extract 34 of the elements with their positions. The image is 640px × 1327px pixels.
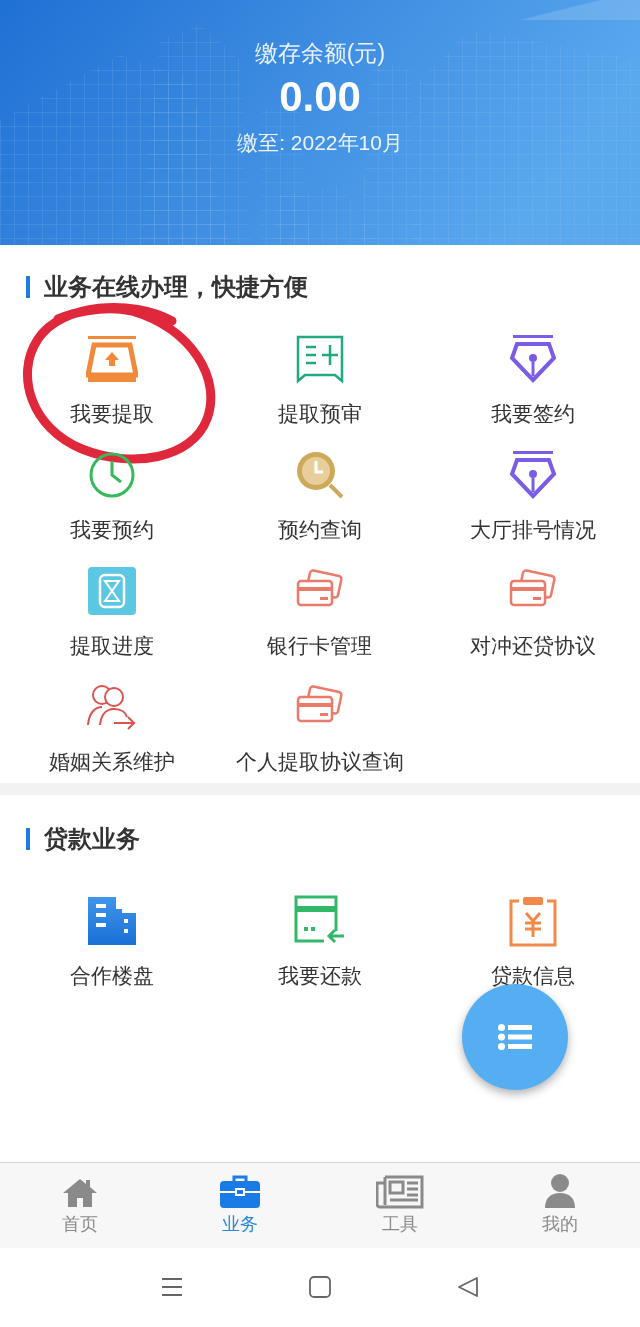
search-clock-icon xyxy=(294,449,346,501)
service-item[interactable]: 我要签约 xyxy=(426,327,640,443)
balance-label: 缴存余额(元) xyxy=(254,39,386,68)
paid-until-text: 缴至: 2022年10月 xyxy=(237,130,403,156)
list-icon xyxy=(498,1024,532,1050)
balance-amount: 0.00 xyxy=(279,72,361,122)
building-icon xyxy=(85,895,138,947)
home-square-icon[interactable] xyxy=(309,1275,331,1298)
back-icon[interactable] xyxy=(457,1275,479,1298)
service-item[interactable]: 婚姻关系维护 xyxy=(0,675,214,791)
user-icon xyxy=(544,1173,576,1209)
section-title: 业务在线办理，快捷方便 xyxy=(44,272,308,302)
service-item[interactable]: 银行卡管理 xyxy=(213,559,427,675)
section-title: 贷款业务 xyxy=(44,824,140,854)
service-item[interactable]: 预约查询 xyxy=(213,443,427,559)
service-item[interactable]: 我要预约 xyxy=(0,443,214,559)
section-marker xyxy=(26,276,30,298)
service-item[interactable]: 我要提取 xyxy=(0,327,214,443)
briefcase-icon xyxy=(219,1173,261,1209)
service-item[interactable]: 贷款信息 xyxy=(426,895,640,1011)
service-item[interactable]: 提取预审 xyxy=(213,327,427,443)
yen-clipboard-icon xyxy=(507,895,560,947)
service-item[interactable]: 大厅排号情况 xyxy=(426,443,640,559)
form-plus-icon xyxy=(294,333,346,385)
menu-icon[interactable] xyxy=(161,1275,183,1298)
service-item[interactable]: 提取进度 xyxy=(0,559,214,675)
section-marker xyxy=(26,828,30,850)
newspaper-icon xyxy=(376,1173,424,1209)
service-item[interactable]: 我要还款 xyxy=(213,895,427,1011)
service-item[interactable]: 合作楼盘 xyxy=(0,895,214,1011)
service-item[interactable]: 对冲还贷协议 xyxy=(426,559,640,675)
tab-item[interactable]: 业务 xyxy=(160,1163,320,1248)
hourglass-icon xyxy=(85,565,138,617)
tray-upload-icon xyxy=(85,333,138,385)
